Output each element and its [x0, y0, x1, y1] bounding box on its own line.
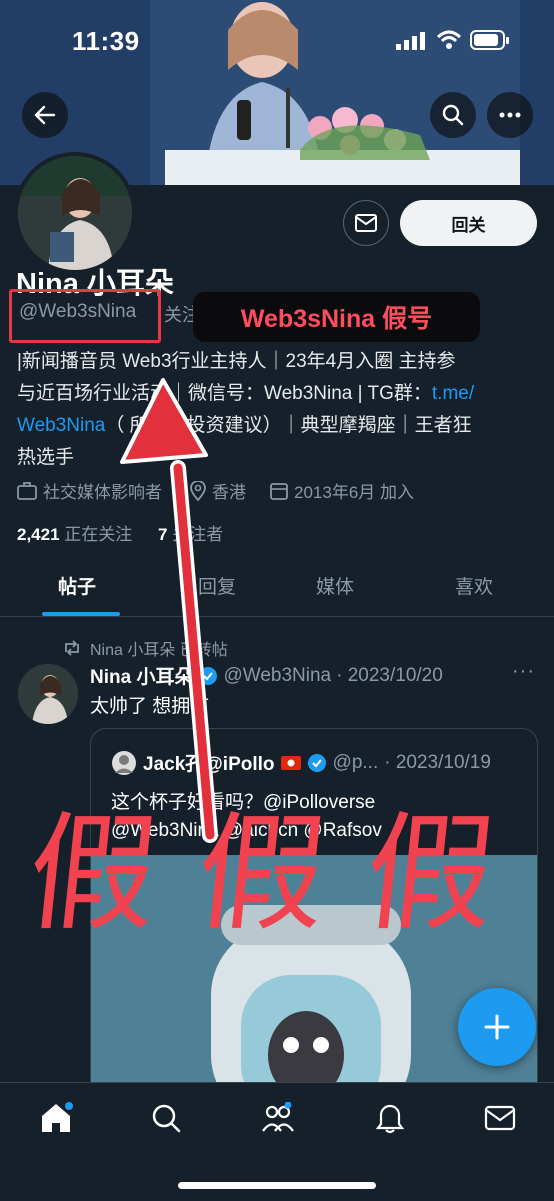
- communities-icon: [262, 1102, 294, 1132]
- search-nav-icon: [152, 1104, 181, 1133]
- bell-icon: [375, 1104, 405, 1134]
- fake-watermark-text: 假 假 假: [20, 800, 502, 949]
- home-indicator: [178, 1182, 376, 1189]
- nav-search[interactable]: [148, 1100, 184, 1136]
- nav-communities[interactable]: [260, 1100, 296, 1136]
- plus-icon: [484, 1014, 510, 1040]
- compose-button[interactable]: [458, 988, 536, 1066]
- home-icon: [42, 1102, 73, 1132]
- messages-icon: [484, 1105, 516, 1131]
- nav-notifications[interactable]: [372, 1100, 408, 1136]
- nav-home[interactable]: [38, 1100, 74, 1136]
- nav-messages[interactable]: [482, 1100, 518, 1136]
